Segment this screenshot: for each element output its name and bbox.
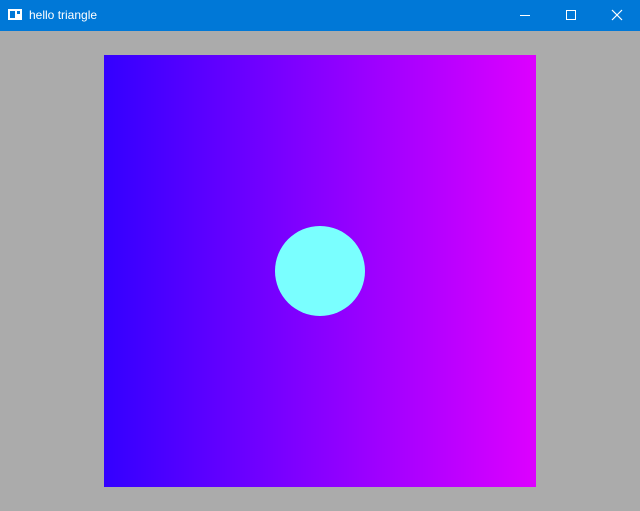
close-icon xyxy=(611,9,623,21)
maximize-button[interactable] xyxy=(548,0,594,31)
render-canvas xyxy=(104,55,536,487)
maximize-icon xyxy=(566,10,576,20)
render-viewport[interactable] xyxy=(104,55,536,487)
close-button[interactable] xyxy=(594,0,640,31)
window-title: hello triangle xyxy=(29,8,98,22)
cyan-circle xyxy=(275,226,365,316)
title-bar[interactable]: hello triangle xyxy=(0,0,640,31)
minimize-button[interactable] xyxy=(502,0,548,31)
window-app-icon[interactable] xyxy=(8,9,22,20)
minimize-icon xyxy=(520,15,530,16)
app-window: hello triangle xyxy=(0,0,640,511)
